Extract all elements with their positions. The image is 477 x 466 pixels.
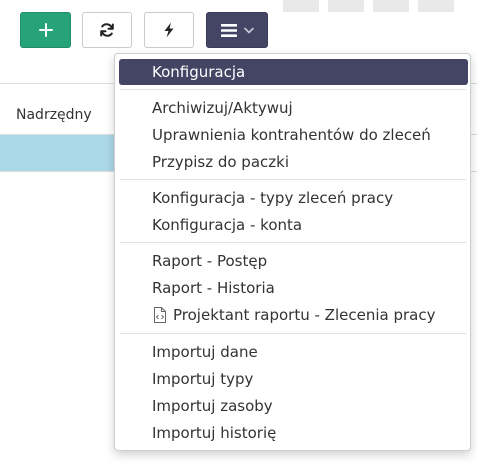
menu-item-assign-to-package[interactable]: Przypisz do paczki: [119, 149, 468, 175]
menu-item-work-order-types-config[interactable]: Konfiguracja - typy zleceń pracy: [119, 185, 468, 211]
menu-item-import-types[interactable]: Importuj typy: [119, 366, 468, 392]
menu-item-import-resources[interactable]: Importuj zasoby: [119, 393, 468, 419]
hamburger-icon: [220, 23, 237, 37]
lightning-icon: [164, 22, 174, 38]
menu-item-label: Konfiguracja - typy zleceń pracy: [152, 189, 394, 207]
quick-actions-button[interactable]: [144, 12, 194, 48]
refresh-button[interactable]: [82, 12, 132, 48]
menu-item-accounts-config[interactable]: Konfiguracja - konta: [119, 212, 468, 238]
menu-item-label: Archiwizuj/Aktywuj: [152, 99, 293, 117]
menu-item-label: Konfiguracja - konta: [152, 216, 303, 234]
column-header-parent[interactable]: Nadrzędny: [16, 107, 92, 123]
table-row-selected[interactable]: [0, 135, 125, 171]
menu-item-import-history[interactable]: Importuj historię: [119, 420, 468, 446]
top-tab[interactable]: [373, 0, 409, 12]
menu-item-label: Importuj typy: [152, 370, 254, 388]
chevron-down-icon: [243, 27, 254, 33]
menu-item-label: Importuj dane: [152, 343, 258, 361]
menu-item-import-data[interactable]: Importuj dane: [119, 339, 468, 365]
menu-item-report-designer[interactable]: Projektant raportu - Zlecenia pracy: [119, 302, 468, 328]
menu-item-archive-activate[interactable]: Archiwizuj/Aktywuj: [119, 95, 468, 121]
code-file-icon: [152, 306, 168, 324]
menu-item-contractor-permissions[interactable]: Uprawnienia kontrahentów do zleceń: [119, 122, 468, 148]
menu-item-label: Konfiguracja: [152, 63, 246, 81]
menu-divider: [120, 333, 466, 334]
top-tab[interactable]: [328, 0, 364, 12]
menu-divider: [120, 179, 466, 180]
menu-divider: [120, 89, 466, 90]
menu-item-progress-report[interactable]: Raport - Postęp: [119, 248, 468, 274]
top-tab[interactable]: [418, 0, 454, 12]
refresh-icon: [100, 23, 114, 37]
menu-item-label: Uprawnienia kontrahentów do zleceń: [152, 126, 431, 144]
plus-icon: [38, 23, 53, 37]
menu-item-history-report[interactable]: Raport - Historia: [119, 275, 468, 301]
actions-dropdown-menu: Konfiguracja Archiwizuj/Aktywuj Uprawnie…: [114, 53, 471, 451]
menu-item-label: Importuj historię: [152, 424, 277, 442]
menu-item-label: Importuj zasoby: [152, 397, 273, 415]
menu-divider: [120, 242, 466, 243]
menu-item-label: Projektant raportu - Zlecenia pracy: [173, 306, 436, 324]
menu-item-label: Przypisz do paczki: [152, 153, 289, 171]
add-button[interactable]: [20, 12, 71, 48]
top-tab[interactable]: [283, 0, 319, 12]
menu-item-configuration[interactable]: Konfiguracja: [119, 59, 468, 85]
menu-item-label: Raport - Postęp: [152, 252, 268, 270]
menu-item-label: Raport - Historia: [152, 279, 275, 297]
more-actions-menu-button[interactable]: [206, 12, 268, 48]
